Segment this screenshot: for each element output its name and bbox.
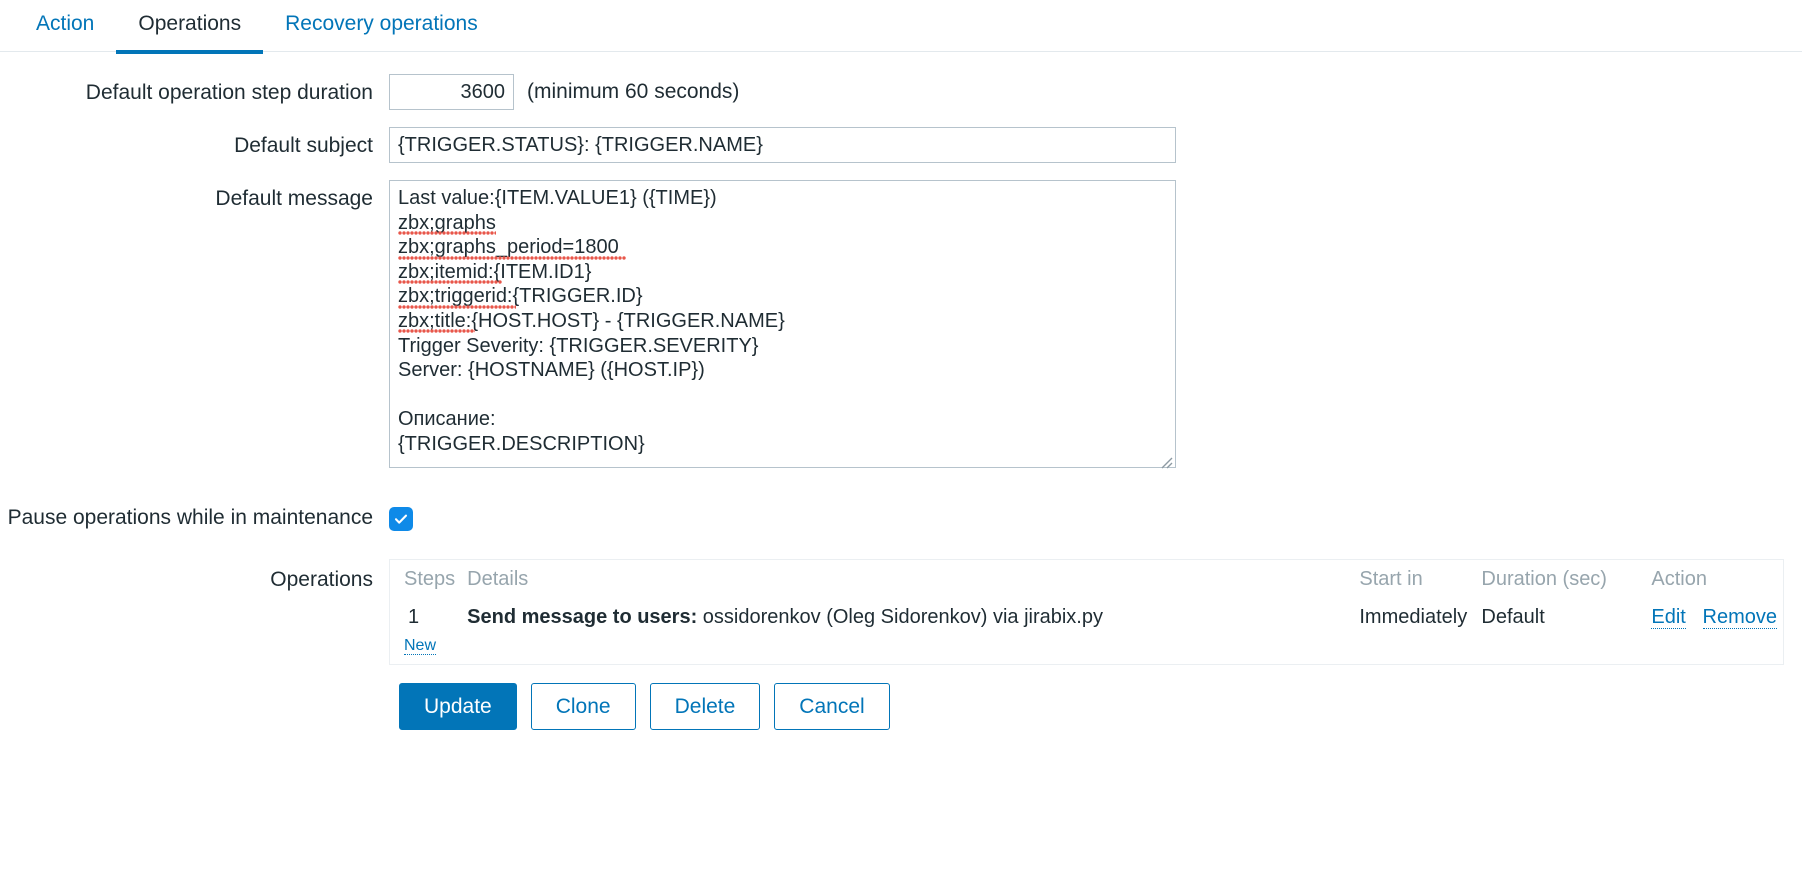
tab-operations[interactable]: Operations [116,0,264,54]
column-header-details: Details [467,568,529,590]
new-operation-row: New [390,636,1783,664]
field-row-default-message: Default message Last value:{ITEM.VALUE1}… [0,180,1802,473]
step-duration-input[interactable] [389,74,514,110]
check-icon [394,514,408,524]
cell-duration: Default [1481,606,1545,628]
label-pause-maintenance: Pause operations while in maintenance [7,506,373,529]
field-row-default-subject: Default subject [0,127,1802,163]
cell-details: Send message to users: ossidorenkov (Ole… [461,600,1353,636]
cell-action-links: Edit Remove [1645,600,1783,636]
label-default-message: Default message [215,187,373,210]
delete-button[interactable]: Delete [649,683,761,730]
update-button[interactable]: Update [399,683,517,730]
field-row-step-duration: Default operation step duration (minimum… [0,74,1802,110]
pause-maintenance-checkbox[interactable] [389,507,413,531]
field-row-operations: Operations Steps Details Start in Durati… [0,559,1802,665]
default-message-wrapper: Last value:{ITEM.VALUE1} ({TIME}) zbx;gr… [389,180,1176,473]
clone-button[interactable]: Clone [530,683,636,730]
column-header-start-in: Start in [1359,568,1423,590]
tab-bar: Action Operations Recovery operations [0,0,1802,54]
label-step-duration: Default operation step duration [85,81,373,104]
details-operation-type: Send message to users: [467,606,698,628]
edit-operation-link[interactable]: Edit [1651,606,1686,629]
column-header-steps: Steps [404,568,456,590]
label-operations: Operations [270,568,373,591]
field-row-pause-maintenance: Pause operations while in maintenance [0,503,1802,531]
tab-action[interactable]: Action [14,0,116,50]
default-subject-input[interactable] [389,127,1176,163]
remove-operation-link[interactable]: Remove [1702,606,1777,629]
details-operation-target: ossidorenkov (Oleg Sidorenkov) via jirab… [697,606,1103,628]
step-duration-hint: (minimum 60 seconds) [527,80,740,103]
table-header-row: Steps Details Start in Duration (sec) Ac… [390,560,1783,600]
cell-start-in: Immediately [1359,606,1468,628]
operations-box: Steps Details Start in Duration (sec) Ac… [389,559,1784,665]
table-row: 1 Send message to users: ossidorenkov (O… [390,600,1783,636]
operations-table: Steps Details Start in Duration (sec) Ac… [390,560,1783,636]
form-button-row: Update Clone Delete Cancel [0,683,1802,730]
tab-recovery-operations[interactable]: Recovery operations [263,0,500,50]
action-operations-form: Default operation step duration (minimum… [0,52,1802,730]
cell-step-number: 1 [408,606,420,628]
label-default-subject: Default subject [234,134,373,157]
new-operation-link[interactable]: New [404,637,437,655]
column-header-action: Action [1651,568,1707,590]
column-header-duration: Duration (sec) [1481,568,1607,590]
cancel-button[interactable]: Cancel [774,683,890,730]
default-message-textarea[interactable]: Last value:{ITEM.VALUE1} ({TIME}) zbx;gr… [389,180,1176,468]
